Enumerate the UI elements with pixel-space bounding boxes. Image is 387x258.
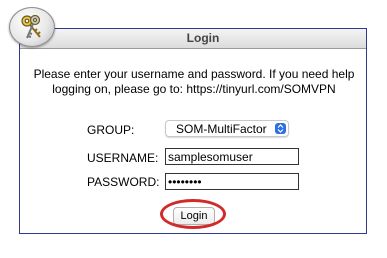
group-select[interactable]: SOM-MultiFactor bbox=[165, 120, 289, 137]
password-input[interactable] bbox=[165, 173, 299, 190]
keys-icon bbox=[9, 7, 55, 47]
password-label: PASSWORD: bbox=[87, 175, 160, 189]
login-panel: Login Please enter your username and pas… bbox=[19, 28, 367, 234]
group-label: GROUP: bbox=[87, 123, 135, 137]
username-label: USERNAME: bbox=[87, 151, 159, 165]
login-instructions: Please enter your username and password.… bbox=[33, 67, 355, 96]
login-title: Login bbox=[186, 31, 220, 45]
group-select-value: SOM-MultiFactor bbox=[176, 122, 267, 136]
select-chevron-icon bbox=[275, 123, 286, 134]
login-button[interactable]: Login bbox=[173, 207, 215, 225]
login-titlebar: Login bbox=[20, 29, 366, 49]
username-input[interactable] bbox=[165, 148, 299, 165]
